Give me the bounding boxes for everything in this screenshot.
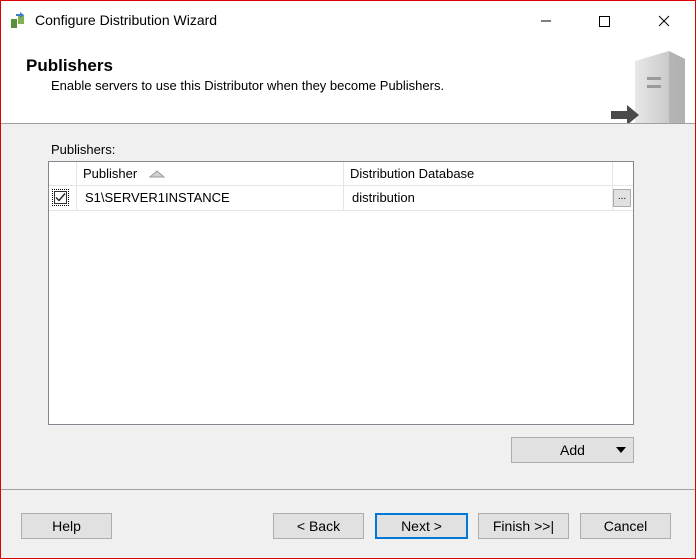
column-header-distribution-database[interactable]: Distribution Database (350, 166, 474, 181)
minimize-icon (541, 20, 551, 22)
finish-button[interactable]: Finish >>| (478, 513, 569, 539)
wizard-window: Configure Distribution Wizard Publishers… (0, 0, 696, 559)
window-title: Configure Distribution Wizard (35, 12, 218, 28)
wizard-header: Publishers Enable servers to use this Di… (1, 41, 695, 124)
add-button[interactable]: Add (511, 437, 634, 463)
publisher-enable-checkbox[interactable] (52, 189, 69, 206)
cell-divider (343, 186, 344, 210)
close-button[interactable] (635, 1, 693, 41)
table-row[interactable]: S1\SERVER1INSTANCE distribution ... (49, 186, 633, 211)
dropdown-arrow-icon (616, 447, 626, 453)
column-divider (76, 162, 77, 185)
column-header-publisher[interactable]: Publisher (83, 166, 137, 181)
publishers-label: Publishers: (51, 142, 116, 157)
browse-button[interactable]: ... (613, 189, 631, 207)
help-button[interactable]: Help (21, 513, 112, 539)
maximize-icon (599, 16, 610, 27)
sort-ascending-icon (149, 170, 165, 178)
minimize-button[interactable] (517, 1, 575, 41)
publisher-name-cell[interactable]: S1\SERVER1INSTANCE (85, 190, 230, 205)
add-button-label: Add (560, 442, 585, 458)
publishers-grid: Publisher Distribution Database S1\SERVE… (48, 161, 634, 425)
close-icon (658, 15, 670, 27)
cell-divider (76, 186, 77, 210)
server-illustration-icon (611, 51, 685, 123)
footer-divider (1, 489, 695, 490)
grid-header: Publisher Distribution Database (49, 162, 633, 186)
title-bar: Configure Distribution Wizard (1, 1, 695, 41)
checkmark-icon (55, 193, 66, 202)
app-icon (11, 12, 24, 28)
column-divider (612, 162, 613, 185)
page-title: Publishers (26, 56, 113, 75)
column-divider (343, 162, 344, 185)
cancel-button[interactable]: Cancel (580, 513, 671, 539)
next-button[interactable]: Next > (375, 513, 468, 539)
page-subtitle: Enable servers to use this Distributor w… (51, 78, 445, 93)
back-button[interactable]: < Back (273, 513, 364, 539)
maximize-button[interactable] (575, 1, 633, 41)
distribution-database-cell[interactable]: distribution (352, 190, 415, 205)
